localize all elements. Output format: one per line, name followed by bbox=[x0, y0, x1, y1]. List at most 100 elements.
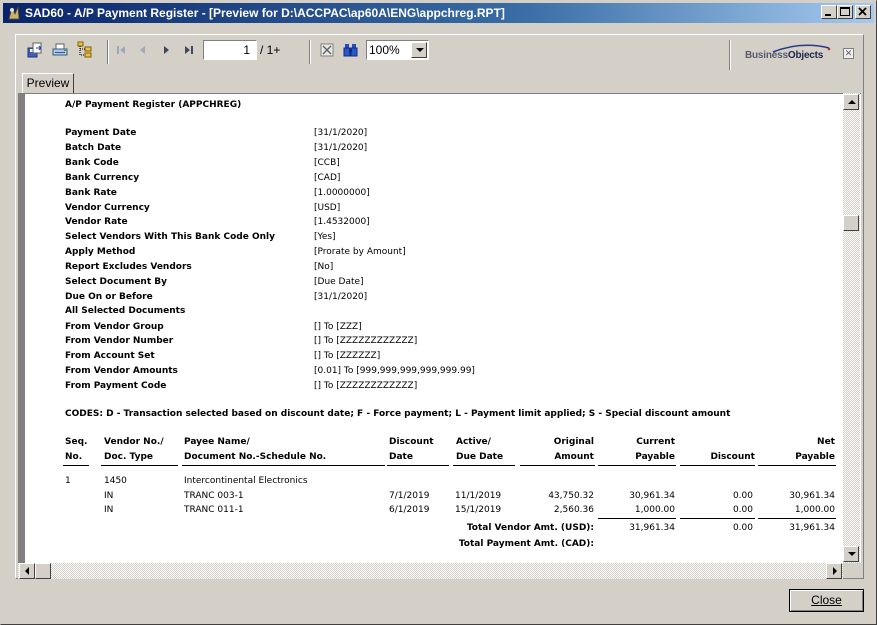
param-value: [No] bbox=[314, 262, 334, 272]
discount-date: 7/1/2019 bbox=[389, 491, 430, 501]
net-payable: 1,000.00 bbox=[794, 505, 835, 515]
discount-date: 6/1/2019 bbox=[389, 505, 430, 515]
total-vendor-discount: 0.00 bbox=[732, 523, 753, 533]
param-label: Bank Rate bbox=[65, 188, 117, 198]
param-value: [Prorate by Amount] bbox=[314, 247, 406, 257]
param-label: All Selected Documents bbox=[65, 306, 186, 316]
column-header: Discount bbox=[710, 452, 755, 462]
column-header: Doc. Type bbox=[104, 452, 154, 462]
column-underline bbox=[758, 518, 836, 519]
scroll-right-button[interactable] bbox=[826, 563, 842, 579]
column-header: Net bbox=[817, 437, 835, 447]
group-tree-icon[interactable] bbox=[76, 41, 94, 59]
column-header: Payable bbox=[795, 452, 835, 462]
param-label: From Vendor Number bbox=[65, 336, 174, 346]
column-header: Due Date bbox=[456, 452, 504, 462]
vertical-scroll-thumb[interactable] bbox=[843, 215, 859, 231]
param-label: Select Document By bbox=[65, 277, 167, 287]
column-underline bbox=[453, 465, 515, 466]
maximize-button[interactable] bbox=[837, 5, 853, 19]
column-header: Current bbox=[636, 437, 675, 447]
column-header: Seq. bbox=[65, 437, 88, 447]
vertical-scrollbar[interactable] bbox=[843, 93, 860, 563]
discount-amount: 0.00 bbox=[732, 491, 753, 501]
brand-logo-dark: Objects bbox=[787, 50, 824, 61]
doc-number: TRANC 003-1 bbox=[184, 491, 244, 501]
discount-amount: 0.00 bbox=[732, 505, 753, 515]
column-underline bbox=[598, 518, 676, 519]
column-underline bbox=[387, 465, 449, 466]
column-underline bbox=[680, 465, 755, 466]
param-label: Batch Date bbox=[65, 143, 122, 153]
horizontal-scrollbar[interactable] bbox=[18, 563, 843, 579]
report-margin-bar bbox=[18, 93, 25, 563]
column-underline bbox=[598, 465, 676, 466]
doc-type: IN bbox=[104, 491, 114, 501]
column-header: Document No.-Schedule No. bbox=[184, 452, 327, 462]
total-vendor-net: 31,961.34 bbox=[789, 523, 835, 533]
param-value: [0.01] To [999,999,999,999,999.99] bbox=[314, 366, 475, 376]
report-title: A/P Payment Register (APPCHREG) bbox=[65, 100, 242, 110]
stop-icon[interactable] bbox=[318, 41, 336, 59]
column-underline bbox=[680, 518, 755, 519]
due-date: 15/1/2019 bbox=[455, 505, 502, 515]
close-window-button[interactable] bbox=[855, 5, 871, 19]
title-bar[interactable]: SAD60 - A/P Payment Register - [Preview … bbox=[3, 3, 874, 23]
param-label: Report Excludes Vendors bbox=[65, 262, 192, 272]
param-value: [1.4532000] bbox=[314, 217, 370, 227]
scroll-up-button[interactable] bbox=[843, 94, 859, 110]
close-icon[interactable]: ✕ bbox=[843, 48, 854, 59]
param-value: [] To [ZZZZZZZZZZZZ] bbox=[314, 381, 418, 391]
param-label: Apply Method bbox=[65, 247, 136, 257]
column-header: Active/ bbox=[456, 437, 491, 447]
param-value: [] To [ZZZ] bbox=[314, 322, 362, 332]
doc-type: IN bbox=[104, 505, 114, 515]
previous-page-icon[interactable] bbox=[134, 41, 152, 59]
column-underline bbox=[758, 465, 836, 466]
param-label: From Vendor Amounts bbox=[65, 366, 178, 376]
param-value: [CAD] bbox=[314, 173, 341, 183]
param-value: [31/1/2020] bbox=[314, 292, 368, 302]
scroll-left-button[interactable] bbox=[19, 563, 35, 579]
param-label: From Vendor Group bbox=[65, 322, 164, 332]
payee-name: Intercontinental Electronics bbox=[184, 476, 308, 486]
current-payable: 1,000.00 bbox=[634, 505, 675, 515]
export-icon[interactable] bbox=[26, 41, 44, 59]
close-button[interactable]: Close bbox=[789, 589, 864, 612]
column-header: Amount bbox=[554, 452, 594, 462]
total-vendor-current: 31,961.34 bbox=[629, 523, 675, 533]
vendor-number: 1450 bbox=[104, 476, 127, 486]
param-label: Payment Date bbox=[65, 128, 137, 138]
column-header: Original bbox=[553, 437, 594, 447]
column-underline bbox=[101, 465, 178, 466]
param-label: Bank Currency bbox=[65, 173, 140, 183]
param-label: Vendor Rate bbox=[65, 217, 128, 227]
page-number-input[interactable]: 1 bbox=[203, 40, 257, 60]
param-value: [CCB] bbox=[314, 158, 340, 168]
chevron-down-icon[interactable] bbox=[411, 42, 427, 58]
column-header: Date bbox=[389, 452, 413, 462]
param-value: [1.0000000] bbox=[314, 188, 370, 198]
zoom-select[interactable]: 100% bbox=[366, 40, 429, 60]
param-value: [31/1/2020] bbox=[314, 143, 368, 153]
param-label: From Account Set bbox=[65, 351, 155, 361]
tab-preview[interactable]: Preview bbox=[22, 73, 74, 94]
brand-logo-light: Business bbox=[745, 50, 788, 61]
last-page-icon[interactable] bbox=[180, 41, 198, 59]
column-header: No. bbox=[65, 452, 83, 462]
scroll-down-button[interactable] bbox=[843, 546, 859, 562]
net-payable: 30,961.34 bbox=[789, 491, 835, 501]
minimize-button[interactable] bbox=[821, 5, 837, 19]
seq-number: 1 bbox=[65, 476, 71, 486]
brand-logo: BusinessObjects bbox=[745, 50, 823, 61]
next-page-icon[interactable] bbox=[157, 41, 175, 59]
first-page-icon[interactable] bbox=[112, 41, 130, 59]
param-value: [] To [ZZZZZZZZZZZZ] bbox=[314, 336, 418, 346]
total-vendor-label: Total Vendor Amt. (USD): bbox=[466, 523, 594, 533]
current-payable: 30,961.34 bbox=[629, 491, 675, 501]
horizontal-scroll-thumb[interactable] bbox=[35, 563, 51, 579]
param-label: From Payment Code bbox=[65, 381, 167, 391]
search-icon[interactable] bbox=[342, 41, 360, 59]
toolbar-separator bbox=[107, 40, 109, 64]
print-icon[interactable] bbox=[51, 41, 69, 59]
